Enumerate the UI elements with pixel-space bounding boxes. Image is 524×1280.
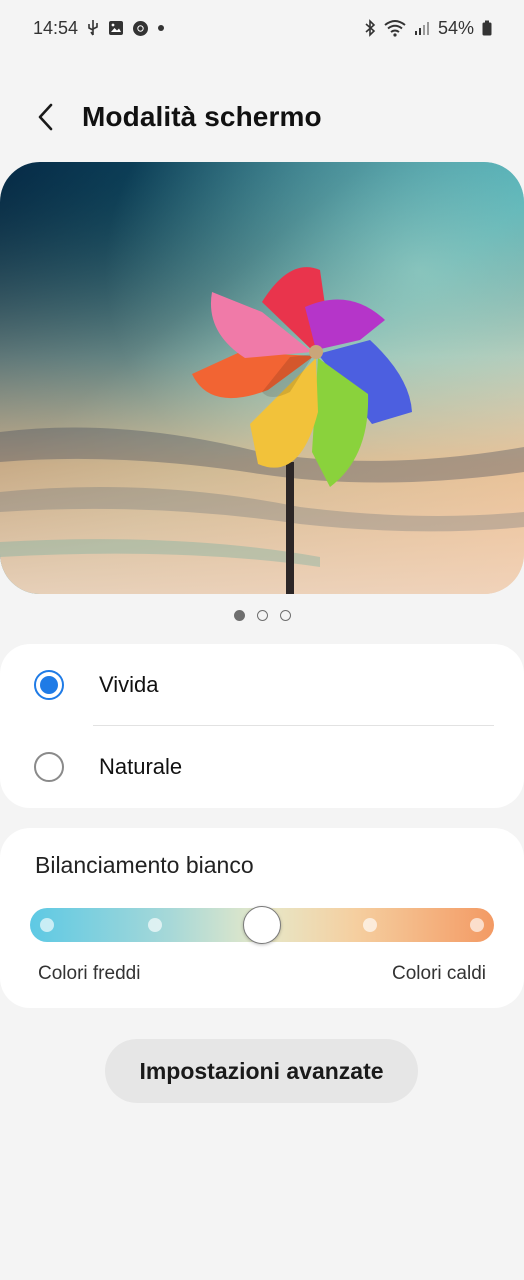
status-time: 14:54 — [33, 17, 79, 38]
status-bar: 14:54 54% — [0, 0, 524, 56]
option-vivida-label: Vivida — [99, 672, 159, 697]
option-naturale[interactable]: Naturale — [0, 726, 524, 808]
page-title: Modalità schermo — [82, 101, 322, 132]
white-balance-title: Bilanciamento bianco — [35, 852, 254, 878]
slider-tick — [147, 918, 162, 932]
slider-tick — [40, 918, 54, 932]
option-vivida[interactable]: Vivida — [0, 644, 524, 726]
chrome-icon — [132, 20, 149, 37]
slider-tick — [362, 918, 377, 932]
bluetooth-icon — [364, 19, 376, 37]
white-balance-card: Bilanciamento bianco Colori freddi Color… — [0, 828, 524, 1008]
header: Modalità schermo — [0, 88, 524, 146]
battery-icon — [482, 20, 492, 36]
back-button[interactable] — [26, 97, 66, 137]
cold-colors-label: Colori freddi — [38, 963, 141, 984]
status-left: 14:54 — [33, 18, 165, 39]
preview-image[interactable] — [0, 162, 524, 594]
pager-dot-1[interactable] — [233, 610, 245, 621]
gallery-icon — [108, 20, 124, 36]
battery-percent: 54% — [437, 17, 474, 38]
pager-dot-2[interactable] — [256, 610, 268, 621]
white-balance-slider[interactable] — [30, 906, 494, 944]
usb-icon — [86, 19, 100, 37]
slider-thumb[interactable] — [243, 906, 281, 944]
screen-mode-card: Vivida Naturale — [0, 644, 524, 808]
pinwheel-image — [0, 162, 524, 594]
option-naturale-label: Naturale — [99, 754, 183, 779]
advanced-settings-button[interactable]: Impostazioni avanzate — [105, 1039, 418, 1103]
slider-tick — [470, 918, 484, 932]
chevron-left-icon — [38, 103, 53, 131]
status-right: 54% — [364, 18, 492, 39]
radio-vivida[interactable] — [34, 670, 64, 700]
warm-colors-label: Colori caldi — [392, 963, 486, 984]
wifi-icon — [384, 19, 406, 37]
preview-pager — [0, 610, 524, 622]
dot-icon — [157, 24, 165, 32]
radio-naturale[interactable] — [34, 752, 64, 782]
signal-icon — [414, 20, 430, 36]
pager-dot-3[interactable] — [279, 610, 291, 621]
